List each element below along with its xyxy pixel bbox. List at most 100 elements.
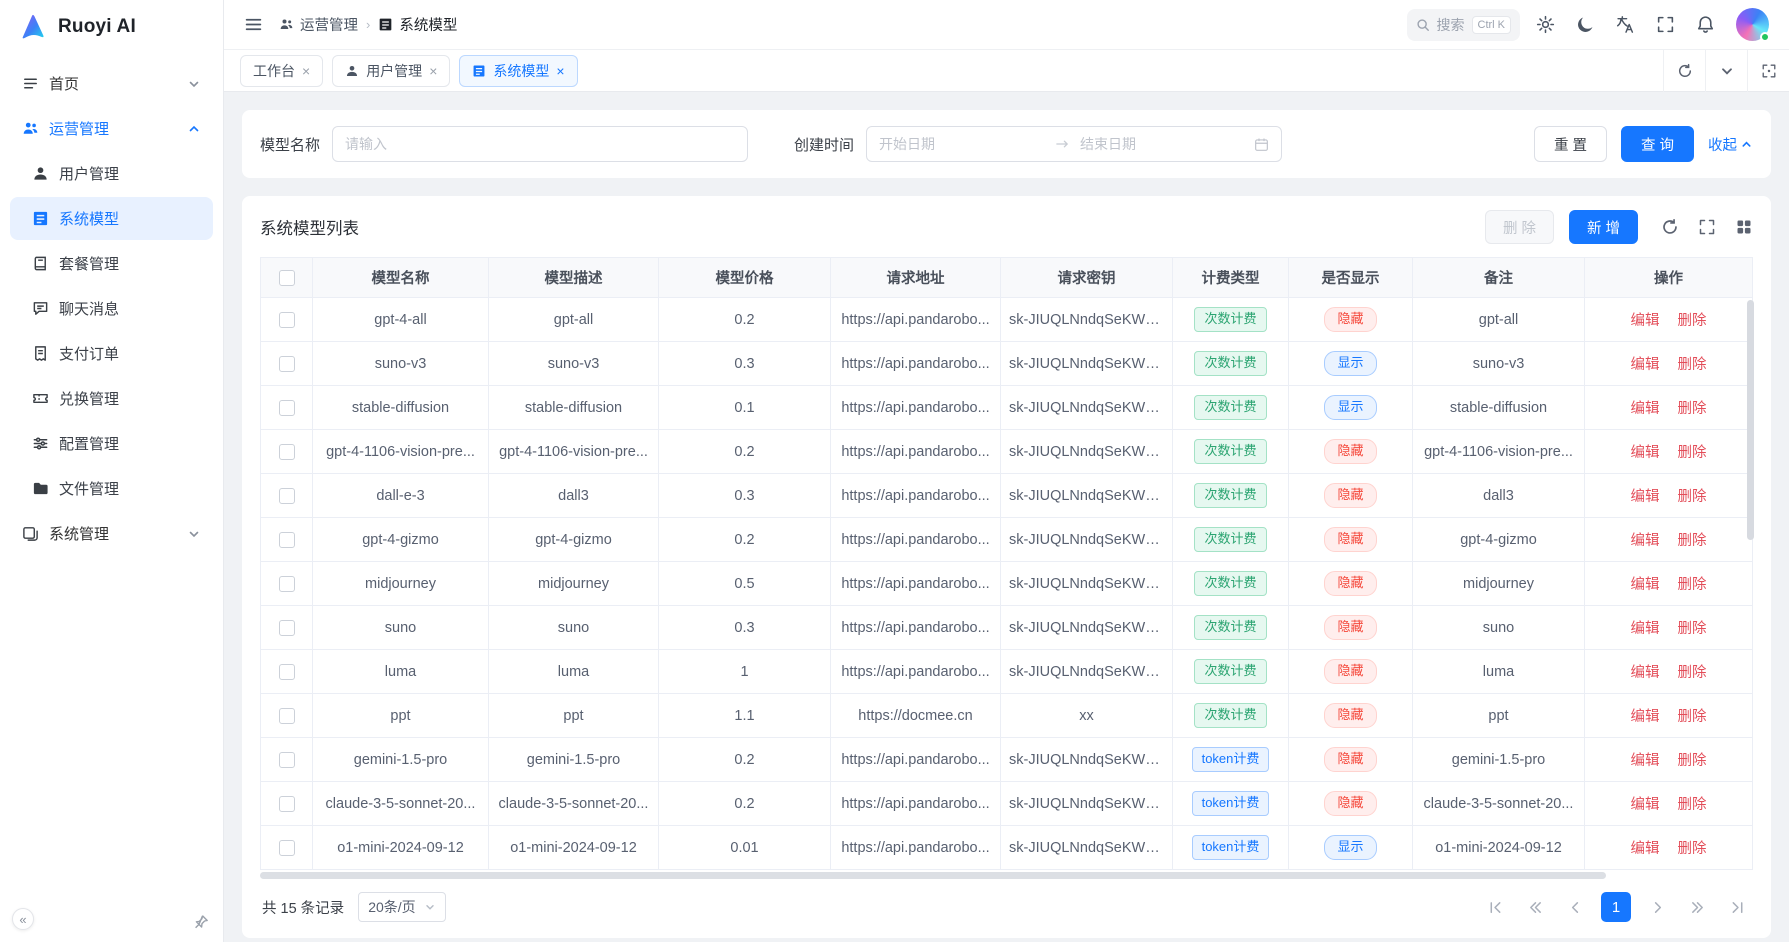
delete-link[interactable]: 删除 <box>1678 489 1707 505</box>
edit-link[interactable]: 编辑 <box>1630 621 1659 637</box>
edit-link[interactable]: 编辑 <box>1630 841 1659 857</box>
vertical-scrollbar[interactable] <box>1747 298 1755 868</box>
language-translate-icon[interactable] <box>1616 15 1635 34</box>
sidebar-item-home[interactable]: 首页 <box>10 62 213 105</box>
pin-icon[interactable] <box>193 914 209 930</box>
table-refresh-icon[interactable] <box>1661 218 1679 236</box>
user-avatar[interactable] <box>1736 8 1769 41</box>
cell-model-name: claude-3-5-sonnet-20... <box>313 782 489 826</box>
close-icon[interactable]: × <box>302 64 310 78</box>
close-icon[interactable]: × <box>556 64 564 78</box>
edit-link[interactable]: 编辑 <box>1630 753 1659 769</box>
jump-forward-icon[interactable] <box>1683 893 1711 921</box>
search-button[interactable]: 查 询 <box>1621 126 1694 162</box>
row-checkbox[interactable] <box>279 664 295 680</box>
row-checkbox[interactable] <box>279 400 295 416</box>
close-icon[interactable]: × <box>429 64 437 78</box>
edit-link[interactable]: 编辑 <box>1630 401 1659 417</box>
notifications-bell-icon[interactable] <box>1696 15 1715 34</box>
row-checkbox[interactable] <box>279 796 295 812</box>
previous-page-icon[interactable] <box>1561 893 1589 921</box>
select-all-checkbox[interactable] <box>279 270 295 286</box>
app-logo[interactable]: Ruoyi AI <box>0 0 223 54</box>
row-checkbox[interactable] <box>279 488 295 504</box>
delete-link[interactable]: 删除 <box>1678 445 1707 461</box>
content-fullscreen-icon[interactable] <box>1747 50 1789 92</box>
delete-link[interactable]: 删除 <box>1678 753 1707 769</box>
row-checkbox[interactable] <box>279 356 295 372</box>
row-checkbox[interactable] <box>279 312 295 328</box>
sidebar-item-ops[interactable]: 运营管理 <box>10 107 213 150</box>
row-checkbox[interactable] <box>279 532 295 548</box>
sidebar-item-packages[interactable]: 套餐管理 <box>10 242 213 285</box>
chevron-down-icon <box>424 901 436 913</box>
add-button[interactable]: 新 增 <box>1569 210 1638 244</box>
breadcrumb-item-ops[interactable]: 运营管理 <box>279 14 358 35</box>
sidebar-item-redeem[interactable]: 兑换管理 <box>10 377 213 420</box>
global-search[interactable]: 搜索 Ctrl K <box>1407 9 1521 41</box>
current-page-button[interactable]: 1 <box>1601 892 1631 922</box>
dark-mode-moon-icon[interactable] <box>1576 15 1595 34</box>
sidebar-item-payment-orders[interactable]: 支付订单 <box>10 332 213 375</box>
first-page-icon[interactable] <box>1481 893 1509 921</box>
delete-link[interactable]: 删除 <box>1678 401 1707 417</box>
edit-link[interactable]: 编辑 <box>1630 357 1659 373</box>
delete-link[interactable]: 删除 <box>1678 577 1707 593</box>
tabs-refresh-icon[interactable] <box>1663 50 1705 92</box>
horizontal-scrollbar[interactable] <box>260 872 1739 880</box>
page-size-select[interactable]: 20条/页 <box>358 892 445 922</box>
bulk-delete-button[interactable]: 删 除 <box>1485 210 1554 244</box>
reset-button[interactable]: 重 置 <box>1534 126 1607 162</box>
row-checkbox[interactable] <box>279 576 295 592</box>
chat-icon <box>32 300 49 317</box>
horizontal-scrollbar-thumb[interactable] <box>260 872 1606 879</box>
edit-link[interactable]: 编辑 <box>1630 577 1659 593</box>
delete-link[interactable]: 删除 <box>1678 621 1707 637</box>
row-checkbox[interactable] <box>279 840 295 856</box>
delete-link[interactable]: 删除 <box>1678 841 1707 857</box>
delete-link[interactable]: 删除 <box>1678 357 1707 373</box>
sidebar-collapse-button[interactable]: « <box>12 908 34 930</box>
visibility-badge: 隐藏 <box>1324 791 1376 816</box>
row-checkbox[interactable] <box>279 620 295 636</box>
edit-link[interactable]: 编辑 <box>1630 445 1659 461</box>
tab-user-management[interactable]: 用户管理 × <box>332 55 450 87</box>
model-name-input[interactable] <box>332 126 748 162</box>
sidebar-item-files[interactable]: 文件管理 <box>10 467 213 510</box>
sidebar-item-system-management[interactable]: 系统管理 <box>10 512 213 555</box>
column-settings-grid-icon[interactable] <box>1735 218 1753 236</box>
gear-icon[interactable] <box>1536 15 1555 34</box>
sidebar-item-user-management[interactable]: 用户管理 <box>10 152 213 195</box>
delete-link[interactable]: 删除 <box>1678 709 1707 725</box>
sidebar-item-system-models[interactable]: 系统模型 <box>10 197 213 240</box>
collapse-filter-link[interactable]: 收起 <box>1708 134 1753 155</box>
delete-link[interactable]: 删除 <box>1678 665 1707 681</box>
jump-back-icon[interactable] <box>1521 893 1549 921</box>
row-checkbox[interactable] <box>279 444 295 460</box>
hamburger-menu-icon[interactable] <box>244 15 263 34</box>
edit-link[interactable]: 编辑 <box>1630 489 1659 505</box>
edit-link[interactable]: 编辑 <box>1630 313 1659 329</box>
delete-link[interactable]: 删除 <box>1678 313 1707 329</box>
tabs-menu-chevron-icon[interactable] <box>1705 50 1747 92</box>
edit-link[interactable]: 编辑 <box>1630 665 1659 681</box>
edit-link[interactable]: 编辑 <box>1630 797 1659 813</box>
cell-billing-type: 次数计费 <box>1173 386 1289 430</box>
tab-workbench[interactable]: 工作台 × <box>240 55 323 87</box>
table-fullscreen-icon[interactable] <box>1698 218 1716 236</box>
vertical-scrollbar-thumb[interactable] <box>1747 300 1754 540</box>
edit-link[interactable]: 编辑 <box>1630 533 1659 549</box>
last-page-icon[interactable] <box>1723 893 1751 921</box>
breadcrumb-item-models[interactable]: 系统模型 <box>378 14 457 35</box>
delete-link[interactable]: 删除 <box>1678 797 1707 813</box>
delete-link[interactable]: 删除 <box>1678 533 1707 549</box>
fullscreen-icon[interactable] <box>1656 15 1675 34</box>
row-checkbox[interactable] <box>279 708 295 724</box>
row-checkbox[interactable] <box>279 752 295 768</box>
date-range-picker[interactable]: 开始日期 结束日期 <box>866 126 1282 162</box>
sidebar-item-chat-messages[interactable]: 聊天消息 <box>10 287 213 330</box>
sidebar-item-config[interactable]: 配置管理 <box>10 422 213 465</box>
next-page-icon[interactable] <box>1643 893 1671 921</box>
edit-link[interactable]: 编辑 <box>1630 709 1659 725</box>
tab-system-models[interactable]: 系统模型 × <box>459 55 577 87</box>
